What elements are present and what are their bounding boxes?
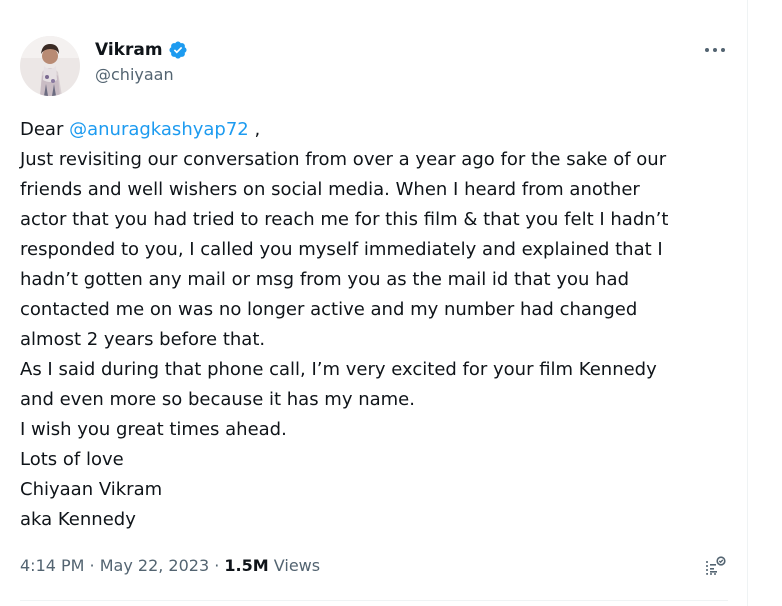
column-border <box>747 0 748 606</box>
tweet-metadata: 4:14 PM · May 22, 2023 · 1.5M Views <box>20 555 320 577</box>
tweet-text-line: and even more so because it has my name. <box>20 389 415 410</box>
tweet-text-line: aka Kennedy <box>20 509 136 530</box>
meta-separator: · <box>84 556 100 575</box>
greeting-suffix: , <box>248 119 261 140</box>
tweet-text-line: contacted me on was no longer active and… <box>20 299 638 320</box>
tweet-text-line: responded to you, I called you myself im… <box>20 239 663 260</box>
tweet-text-line: almost 2 years before that. <box>20 329 266 350</box>
tweet-text-line: I wish you great times ahead. <box>20 419 287 440</box>
analytics-icon <box>706 556 726 575</box>
tweet-text-line: Lots of love <box>20 449 124 470</box>
divider <box>20 600 728 601</box>
tweet-text-line: As I said during that phone call, I’m ve… <box>20 359 657 380</box>
views-label: Views <box>268 556 321 575</box>
views-count: 1.5M <box>224 556 269 575</box>
tweet-text-line: hadn’t gotten any mail or msg from you a… <box>20 269 629 290</box>
mention-link[interactable]: @anuragkashyap72 <box>69 119 249 140</box>
tweet-text-line: friends and well wishers on social media… <box>20 179 640 200</box>
tweet-greeting-line: Dear @anuragkashyap72 , <box>20 115 720 145</box>
tweet-text: Dear @anuragkashyap72 , Just revisiting … <box>20 115 720 535</box>
more-dots-icon <box>705 48 725 52</box>
author-handle[interactable]: @chiyaan <box>95 64 174 86</box>
avatar[interactable] <box>20 36 80 96</box>
verified-badge-icon <box>169 41 187 59</box>
tweet-text-line: Chiyaan Vikram <box>20 479 163 500</box>
tweet-date[interactable]: May 22, 2023 <box>100 556 209 575</box>
tweet-time[interactable]: 4:14 PM <box>20 556 84 575</box>
view-analytics-button[interactable] <box>702 554 728 580</box>
more-options-button[interactable] <box>700 38 730 62</box>
author-name-row[interactable]: Vikram <box>95 39 188 61</box>
author-display-name[interactable]: Vikram <box>95 39 163 61</box>
tweet-text-line: actor that you had tried to reach me for… <box>20 209 669 230</box>
meta-separator: · <box>209 556 225 575</box>
tweet-text-line: Just revisiting our conversation from ov… <box>20 149 667 170</box>
greeting-prefix: Dear <box>20 119 70 140</box>
